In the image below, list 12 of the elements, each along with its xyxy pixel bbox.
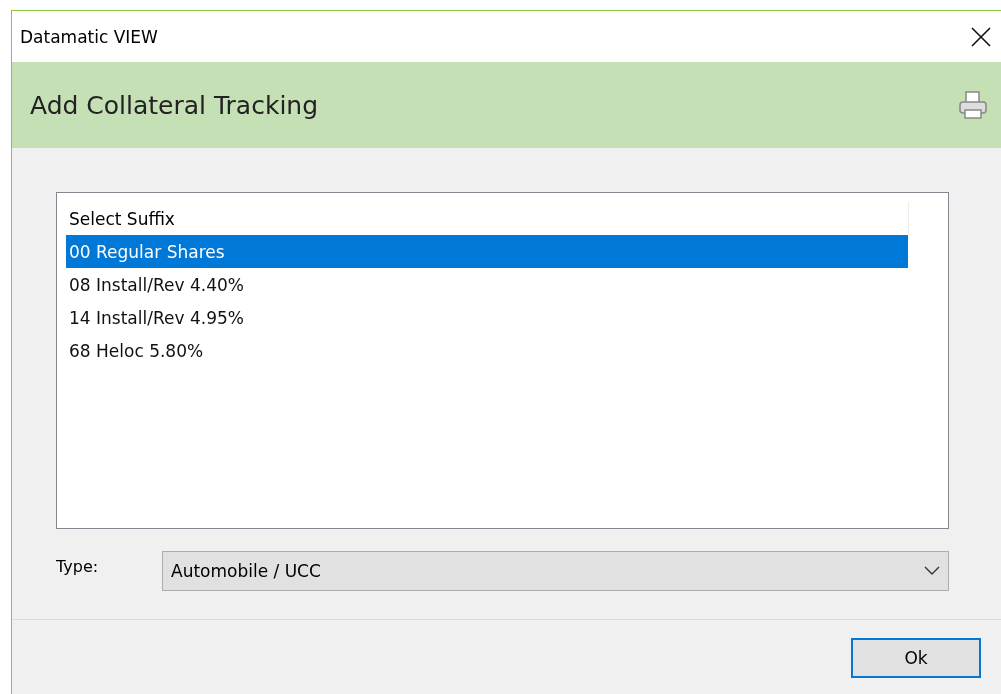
printer-icon[interactable] (957, 89, 989, 121)
close-button[interactable] (969, 24, 993, 49)
chevron-down-icon (924, 566, 940, 576)
list-item[interactable]: 68 Heloc 5.80% (66, 334, 908, 367)
field-label: Type: (56, 556, 100, 576)
dialog-heading: Add Collateral Tracking (30, 90, 319, 120)
list-item[interactable]: 00 Regular Shares (66, 235, 908, 268)
window-title: Datamatic VIEW (20, 26, 158, 47)
ok-button[interactable]: Ok (851, 637, 981, 678)
list-item[interactable]: 14 Install/Rev 4.95% (66, 301, 908, 334)
type-dropdown[interactable]: Automobile / UCC (162, 551, 949, 591)
list-item[interactable]: 08 Install/Rev 4.40% (66, 268, 908, 301)
